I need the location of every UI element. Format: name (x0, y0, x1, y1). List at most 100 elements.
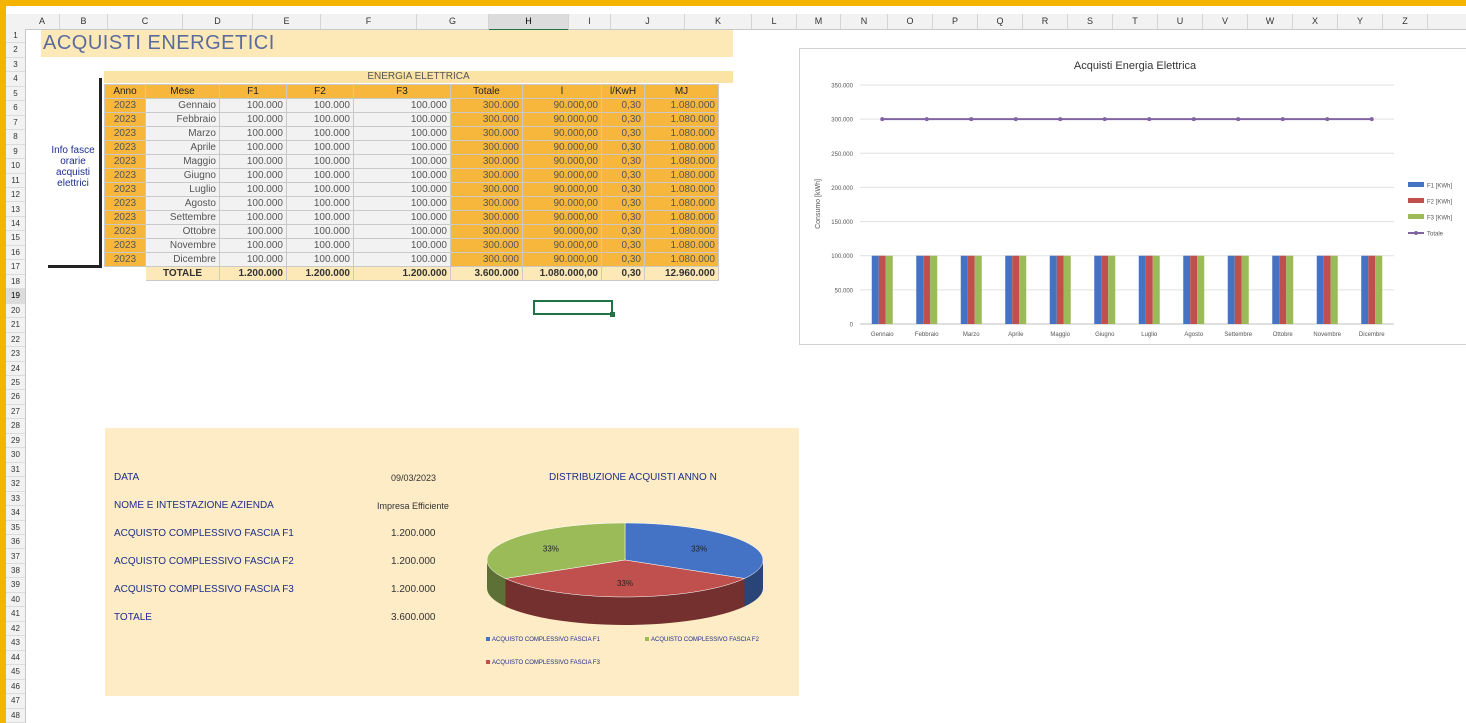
total-cell[interactable]: 1.200.000 (219, 266, 287, 281)
table-cell[interactable]: 2023 (104, 224, 146, 239)
table-cell[interactable]: 1.080.000 (644, 252, 719, 267)
row-header[interactable]: 24 (6, 362, 25, 376)
table-cell[interactable]: 1.080.000 (644, 182, 719, 197)
table-cell[interactable]: 2023 (104, 98, 146, 113)
row-header[interactable]: 29 (6, 434, 25, 449)
row-header[interactable]: 48 (6, 709, 25, 723)
table-cell[interactable]: 100.000 (353, 168, 451, 183)
column-header-cell[interactable]: Anno (104, 84, 146, 99)
row-header[interactable]: 17 (6, 260, 25, 275)
column-header-a[interactable]: A (25, 14, 60, 29)
table-cell[interactable]: 2023 (104, 126, 146, 141)
table-cell[interactable]: 1.080.000 (644, 126, 719, 141)
column-header-s[interactable]: S (1068, 14, 1113, 29)
table-cell[interactable]: 0,30 (601, 182, 645, 197)
table-cell[interactable]: 90.000,00 (522, 154, 602, 169)
table-cell[interactable]: 100.000 (219, 154, 287, 169)
bar-chart-container[interactable]: Acquisti Energia Elettrica Consumo [kWh] 0… (799, 48, 1466, 345)
column-header-b[interactable]: B (60, 14, 108, 29)
table-cell[interactable]: 1.080.000 (644, 196, 719, 211)
total-cell[interactable]: 1.200.000 (286, 266, 354, 281)
row-header[interactable]: 31 (6, 463, 25, 478)
table-cell[interactable]: 0,30 (601, 126, 645, 141)
table-cell[interactable]: 0,30 (601, 154, 645, 169)
table-cell[interactable]: 300.000 (450, 252, 523, 267)
column-header-w[interactable]: W (1248, 14, 1293, 29)
table-cell[interactable]: 100.000 (219, 140, 287, 155)
row-header[interactable]: 32 (6, 477, 25, 492)
empty-cell[interactable] (104, 266, 146, 281)
table-cell[interactable]: 2023 (104, 168, 146, 183)
table-cell[interactable]: 90.000,00 (522, 112, 602, 127)
row-header[interactable]: 43 (6, 636, 25, 651)
column-header-y[interactable]: Y (1338, 14, 1383, 29)
table-cell[interactable]: 300.000 (450, 196, 523, 211)
row-header[interactable]: 28 (6, 419, 25, 434)
column-header-u[interactable]: U (1158, 14, 1203, 29)
column-header-k[interactable]: K (685, 14, 752, 29)
row-header[interactable]: 22 (6, 333, 25, 348)
column-header-e[interactable]: E (253, 14, 321, 29)
column-header-cell[interactable]: F2 (286, 84, 354, 99)
column-header-d[interactable]: D (183, 14, 253, 29)
row-header[interactable]: 30 (6, 448, 25, 463)
row-header[interactable]: 19 (6, 289, 25, 304)
total-cell[interactable]: 12.960.000 (644, 266, 719, 281)
table-cell[interactable]: 1.080.000 (644, 210, 719, 225)
table-cell[interactable]: Ottobre (145, 224, 220, 239)
row-header[interactable]: 9 (6, 145, 25, 160)
row-header[interactable]: 4 (6, 72, 25, 87)
table-cell[interactable]: 1.080.000 (644, 112, 719, 127)
table-cell[interactable]: 300.000 (450, 224, 523, 239)
table-cell[interactable]: 0,30 (601, 112, 645, 127)
table-cell[interactable]: 1.080.000 (644, 154, 719, 169)
table-cell[interactable]: Dicembre (145, 252, 220, 267)
column-header-cell[interactable]: F3 (353, 84, 451, 99)
table-cell[interactable]: 100.000 (353, 112, 451, 127)
column-header-h[interactable]: H (489, 14, 569, 31)
table-cell[interactable]: 100.000 (353, 238, 451, 253)
table-cell[interactable]: 100.000 (286, 252, 354, 267)
column-header-cell[interactable]: l/KwH (601, 84, 645, 99)
column-header-cell[interactable]: Mese (145, 84, 220, 99)
row-header[interactable]: 38 (6, 564, 25, 579)
table-cell[interactable]: 0,30 (601, 98, 645, 113)
table-cell[interactable]: 2023 (104, 238, 146, 253)
row-header[interactable]: 12 (6, 188, 25, 203)
pie-chart[interactable]: 33% 33% 33% (480, 515, 770, 630)
table-cell[interactable]: 100.000 (219, 98, 287, 113)
column-header-m[interactable]: M (797, 14, 841, 29)
table-cell[interactable]: 100.000 (353, 224, 451, 239)
table-cell[interactable]: 300.000 (450, 140, 523, 155)
table-cell[interactable]: 300.000 (450, 98, 523, 113)
table-cell[interactable]: 100.000 (219, 112, 287, 127)
table-cell[interactable]: 100.000 (219, 168, 287, 183)
table-cell[interactable]: 100.000 (353, 140, 451, 155)
row-header[interactable]: 33 (6, 492, 25, 507)
table-cell[interactable]: 300.000 (450, 182, 523, 197)
table-cell[interactable]: 100.000 (286, 238, 354, 253)
row-header[interactable]: 18 (6, 275, 25, 290)
table-cell[interactable]: 100.000 (219, 238, 287, 253)
column-header-o[interactable]: O (888, 14, 933, 29)
column-header-f[interactable]: F (321, 14, 417, 29)
table-cell[interactable]: 0,30 (601, 168, 645, 183)
row-header[interactable]: 6 (6, 101, 25, 116)
column-header-t[interactable]: T (1113, 14, 1158, 29)
table-cell[interactable]: 2023 (104, 252, 146, 267)
table-cell[interactable]: Aprile (145, 140, 220, 155)
table-cell[interactable]: 90.000,00 (522, 168, 602, 183)
row-header[interactable]: 21 (6, 318, 25, 333)
column-header-r[interactable]: R (1023, 14, 1068, 29)
table-cell[interactable]: 100.000 (286, 168, 354, 183)
column-header-z[interactable]: Z (1383, 14, 1428, 29)
total-cell[interactable]: TOTALE (145, 266, 220, 281)
table-cell[interactable]: 90.000,00 (522, 126, 602, 141)
row-header[interactable]: 47 (6, 694, 25, 709)
table-cell[interactable]: 2023 (104, 154, 146, 169)
table-cell[interactable]: 100.000 (286, 140, 354, 155)
column-header-x[interactable]: X (1293, 14, 1338, 29)
table-cell[interactable]: 100.000 (286, 126, 354, 141)
table-cell[interactable]: 300.000 (450, 210, 523, 225)
table-cell[interactable]: 90.000,00 (522, 98, 602, 113)
